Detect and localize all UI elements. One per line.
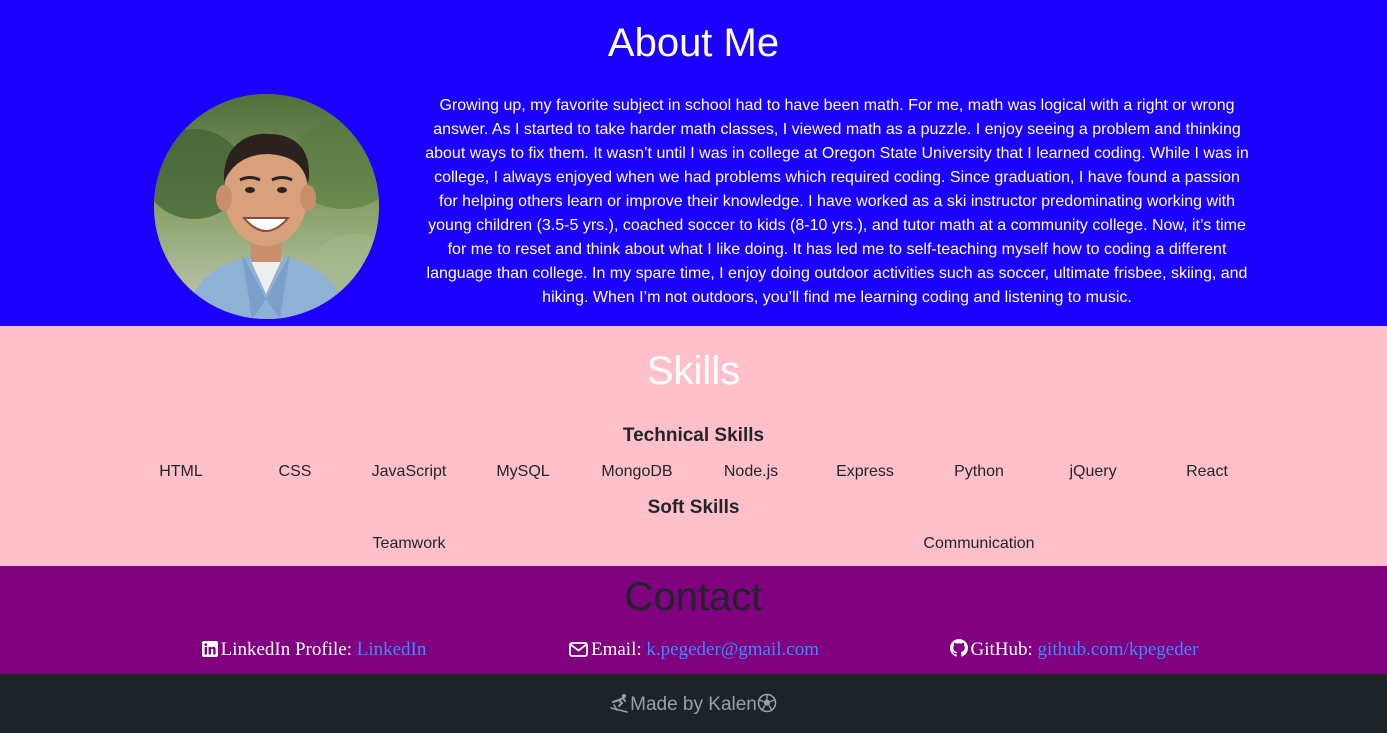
technical-skills-title: Technical Skills	[622, 425, 765, 446]
soft-skills-list: Teamwork Communication	[124, 532, 1264, 556]
skill-item: CSS	[278, 463, 312, 480]
skill-item: JavaScript	[371, 463, 447, 480]
github-icon	[949, 639, 968, 664]
footer-text: Made by Kalen	[630, 694, 757, 715]
soft-skills-title: Soft Skills	[647, 497, 740, 518]
envelope-icon	[569, 640, 588, 664]
about-text: Growing up, my favorite subject in schoo…	[425, 97, 1249, 306]
avatar	[154, 94, 379, 319]
github-label: GitHub:	[970, 639, 1038, 660]
skill-item: Express	[836, 463, 894, 480]
footer-credit: Made by Kalen	[0, 693, 1387, 720]
linkedin-label: LinkedIn Profile:	[220, 639, 357, 660]
skill-item: HTML	[159, 463, 203, 480]
technical-skills-list: HTML CSS JavaScript MySQL MongoDB Node.j…	[124, 460, 1264, 484]
github-link[interactable]: github.com/kpegeder	[1038, 639, 1199, 660]
email-label: Email:	[590, 639, 647, 660]
skill-item: Node.js	[723, 463, 779, 480]
contact-section: Contact LinkedIn Profile: LinkedIn Email…	[0, 566, 1387, 674]
skiing-icon	[610, 693, 630, 720]
contact-email: Email: k.pegeder@gmail.com	[504, 638, 884, 664]
linkedin-link[interactable]: LinkedIn	[357, 639, 427, 660]
skills-title: Skills	[646, 349, 741, 393]
contact-linkedin: LinkedIn Profile: LinkedIn	[124, 638, 504, 664]
footer: Made by Kalen	[0, 674, 1387, 733]
email-link[interactable]: k.pegeder@gmail.com	[646, 639, 819, 660]
soccer-ball-icon	[757, 693, 777, 720]
skill-item: Communication	[923, 535, 1035, 552]
about-section: About Me Growing up, my favorite subject…	[0, 0, 1387, 326]
skill-item: React	[1186, 463, 1228, 480]
contact-list: LinkedIn Profile: LinkedIn Email: k.pege…	[124, 638, 1264, 664]
profile-photo	[154, 94, 379, 319]
skills-section: Skills Technical Skills HTML CSS JavaScr…	[0, 326, 1387, 566]
about-title: About Me	[607, 21, 780, 65]
skill-item: Teamwork	[372, 535, 446, 552]
contact-github: GitHub: github.com/kpegeder	[884, 638, 1264, 664]
skill-item: jQuery	[1069, 463, 1117, 480]
contact-title: Contact	[624, 575, 763, 619]
skill-item: MongoDB	[601, 463, 673, 480]
linkedin-icon	[201, 640, 218, 664]
skill-item: Python	[954, 463, 1004, 480]
skill-item: MySQL	[496, 463, 550, 480]
